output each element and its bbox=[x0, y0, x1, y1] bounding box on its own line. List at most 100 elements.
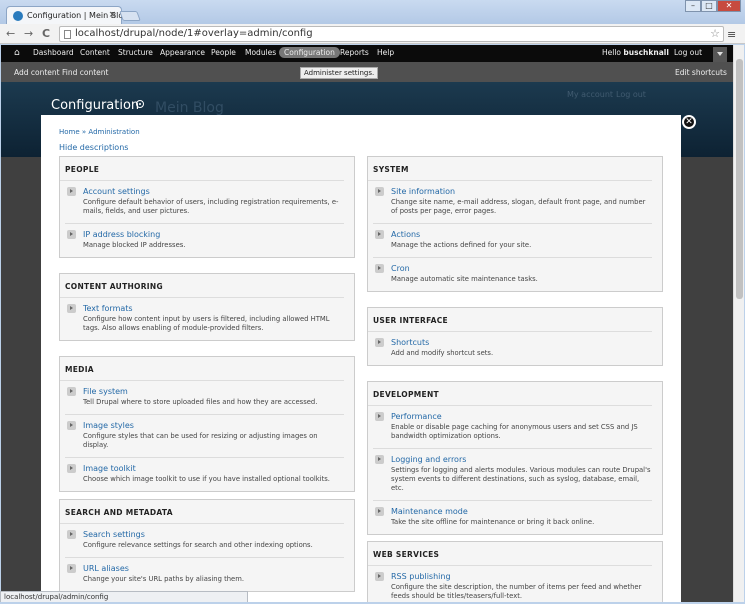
panel-title: PEOPLE bbox=[60, 157, 344, 181]
scrollbar-thumb[interactable] bbox=[736, 59, 743, 299]
config-item-title[interactable]: Account settings bbox=[83, 187, 344, 196]
config-item-site-information[interactable]: Site information Change site name, e-mai… bbox=[373, 181, 652, 224]
panel-user-interface: USER INTERFACE Shortcuts Add and modify … bbox=[367, 307, 663, 366]
forward-arrow-icon[interactable]: → bbox=[24, 27, 33, 40]
reload-icon[interactable]: C bbox=[42, 27, 50, 40]
config-item-title[interactable]: Actions bbox=[391, 230, 652, 239]
config-item-title[interactable]: URL aliases bbox=[83, 564, 344, 573]
browser-tab[interactable]: Configuration | Mein Blog × bbox=[6, 6, 128, 25]
panel-title: DEVELOPMENT bbox=[368, 382, 652, 406]
config-item-desc: Configure how content input by users is … bbox=[83, 315, 330, 332]
panel-web-services: WEB SERVICES RSS publishing Configure th… bbox=[367, 541, 663, 604]
breadcrumb[interactable]: Home » Administration bbox=[59, 128, 140, 136]
home-icon[interactable]: ⌂ bbox=[14, 48, 20, 58]
config-item-rss-publishing[interactable]: RSS publishing Configure the site descri… bbox=[373, 566, 652, 604]
site-name[interactable]: Mein Blog bbox=[155, 100, 224, 116]
username[interactable]: buschknall bbox=[623, 48, 669, 57]
config-item-title[interactable]: Image styles bbox=[83, 421, 344, 430]
config-item-desc: Change site name, e-mail address, slogan… bbox=[391, 198, 646, 215]
config-item-file-system[interactable]: File system Tell Drupal where to store u… bbox=[65, 381, 344, 415]
maximize-button[interactable]: □ bbox=[701, 0, 717, 12]
config-item-cron[interactable]: Cron Manage automatic site maintenance t… bbox=[373, 258, 652, 291]
shortcut-add-icon[interactable] bbox=[136, 100, 144, 108]
config-item-title[interactable]: Site information bbox=[391, 187, 652, 196]
arrow-right-icon bbox=[67, 387, 76, 396]
shortcuts-toggle-button[interactable] bbox=[713, 47, 727, 62]
toolbar-people[interactable]: People bbox=[211, 48, 236, 57]
my-account-link[interactable]: My account bbox=[567, 90, 613, 99]
panel-title: USER INTERFACE bbox=[368, 308, 652, 332]
config-item-url-aliases[interactable]: URL aliases Change your site's URL paths… bbox=[65, 558, 344, 591]
config-item-image-styles[interactable]: Image styles Configure styles that can b… bbox=[65, 415, 344, 458]
config-item-desc: Manage blocked IP addresses. bbox=[83, 241, 186, 249]
close-window-button[interactable]: ✕ bbox=[717, 0, 741, 12]
arrow-right-icon bbox=[67, 421, 76, 430]
config-item-text-formats[interactable]: Text formats Configure how content input… bbox=[65, 298, 344, 340]
toolbar-content[interactable]: Content bbox=[80, 48, 110, 57]
config-item-title[interactable]: RSS publishing bbox=[391, 572, 652, 581]
arrow-right-icon bbox=[375, 230, 384, 239]
panel-title: CONTENT AUTHORING bbox=[60, 274, 344, 298]
config-item-title[interactable]: Image toolkit bbox=[83, 464, 344, 473]
arrow-right-icon bbox=[375, 264, 384, 273]
shortcut-add-content[interactable]: Add content bbox=[14, 68, 60, 77]
config-item-desc: Choose which image toolkit to use if you… bbox=[83, 475, 330, 483]
new-tab-button[interactable] bbox=[119, 11, 141, 21]
config-item-performance[interactable]: Performance Enable or disable page cachi… bbox=[373, 406, 652, 449]
arrow-right-icon bbox=[375, 507, 384, 516]
arrow-right-icon bbox=[67, 564, 76, 573]
config-item-title[interactable]: Maintenance mode bbox=[391, 507, 652, 516]
back-arrow-icon[interactable]: ← bbox=[6, 27, 15, 40]
toolbar-appearance[interactable]: Appearance bbox=[160, 48, 205, 57]
config-item-desc: Settings for logging and alerts modules.… bbox=[391, 466, 651, 492]
browser-menu-icon[interactable]: ≡ bbox=[727, 28, 736, 41]
panel-media: MEDIA File system Tell Drupal where to s… bbox=[59, 356, 355, 492]
hello-user: Hello buschknall bbox=[602, 48, 669, 57]
config-item-title[interactable]: Search settings bbox=[83, 530, 344, 539]
config-item-account-settings[interactable]: Account settings Configure default behav… bbox=[65, 181, 344, 224]
toolbar-structure[interactable]: Structure bbox=[118, 48, 153, 57]
toolbar-logout[interactable]: Log out bbox=[674, 48, 702, 57]
toolbar-modules[interactable]: Modules bbox=[245, 48, 276, 57]
hide-descriptions-link[interactable]: Hide descriptions bbox=[59, 143, 128, 152]
config-item-desc: Tell Drupal where to store uploaded file… bbox=[83, 398, 318, 406]
panel-title: SEARCH AND METADATA bbox=[60, 500, 344, 524]
toolbar-configuration[interactable]: Configuration bbox=[279, 47, 340, 58]
config-item-title[interactable]: Logging and errors bbox=[391, 455, 652, 464]
page-scrollbar[interactable] bbox=[733, 45, 744, 603]
url-text[interactable]: localhost/drupal/node/1#overlay=admin/co… bbox=[75, 28, 313, 39]
toolbar-dashboard[interactable]: Dashboard bbox=[33, 48, 74, 57]
hello-prefix: Hello bbox=[602, 48, 624, 57]
config-item-title[interactable]: File system bbox=[83, 387, 344, 396]
panel-title: WEB SERVICES bbox=[368, 542, 652, 566]
config-item-logging-errors[interactable]: Logging and errors Settings for logging … bbox=[373, 449, 652, 501]
toolbar-reports[interactable]: Reports bbox=[340, 48, 369, 57]
config-item-actions[interactable]: Actions Manage the actions defined for y… bbox=[373, 224, 652, 258]
config-item-title[interactable]: Cron bbox=[391, 264, 652, 273]
edit-shortcuts-link[interactable]: Edit shortcuts bbox=[675, 68, 727, 77]
config-item-desc: Configure styles that can be used for re… bbox=[83, 432, 318, 449]
config-item-title[interactable]: Text formats bbox=[83, 304, 344, 313]
config-item-ip-blocking[interactable]: IP address blocking Manage blocked IP ad… bbox=[65, 224, 344, 257]
config-item-title[interactable]: Performance bbox=[391, 412, 652, 421]
config-item-desc: Manage automatic site maintenance tasks. bbox=[391, 275, 538, 283]
arrow-right-icon bbox=[67, 464, 76, 473]
header-logout-link[interactable]: Log out bbox=[616, 90, 646, 99]
overlay-close-icon[interactable]: ✕ bbox=[682, 115, 696, 129]
page-title: Configuration bbox=[51, 98, 140, 113]
config-item-search-settings[interactable]: Search settings Configure relevance sett… bbox=[65, 524, 344, 558]
arrow-right-icon bbox=[375, 412, 384, 421]
bookmark-star-icon[interactable]: ☆ bbox=[710, 27, 720, 40]
config-item-shortcuts[interactable]: Shortcuts Add and modify shortcut sets. bbox=[373, 332, 652, 365]
shortcut-find-content[interactable]: Find content bbox=[62, 68, 108, 77]
config-item-title[interactable]: Shortcuts bbox=[391, 338, 652, 347]
config-item-image-toolkit[interactable]: Image toolkit Choose which image toolkit… bbox=[65, 458, 344, 491]
panel-title: SYSTEM bbox=[368, 157, 652, 181]
address-bar[interactable]: localhost/drupal/node/1#overlay=admin/co… bbox=[59, 26, 724, 42]
tab-close-icon[interactable]: × bbox=[108, 10, 116, 20]
config-item-title[interactable]: IP address blocking bbox=[83, 230, 344, 239]
minimize-button[interactable]: – bbox=[685, 0, 701, 12]
config-item-desc: Add and modify shortcut sets. bbox=[391, 349, 494, 357]
toolbar-help[interactable]: Help bbox=[377, 48, 394, 57]
config-item-maintenance-mode[interactable]: Maintenance mode Take the site offline f… bbox=[373, 501, 652, 534]
